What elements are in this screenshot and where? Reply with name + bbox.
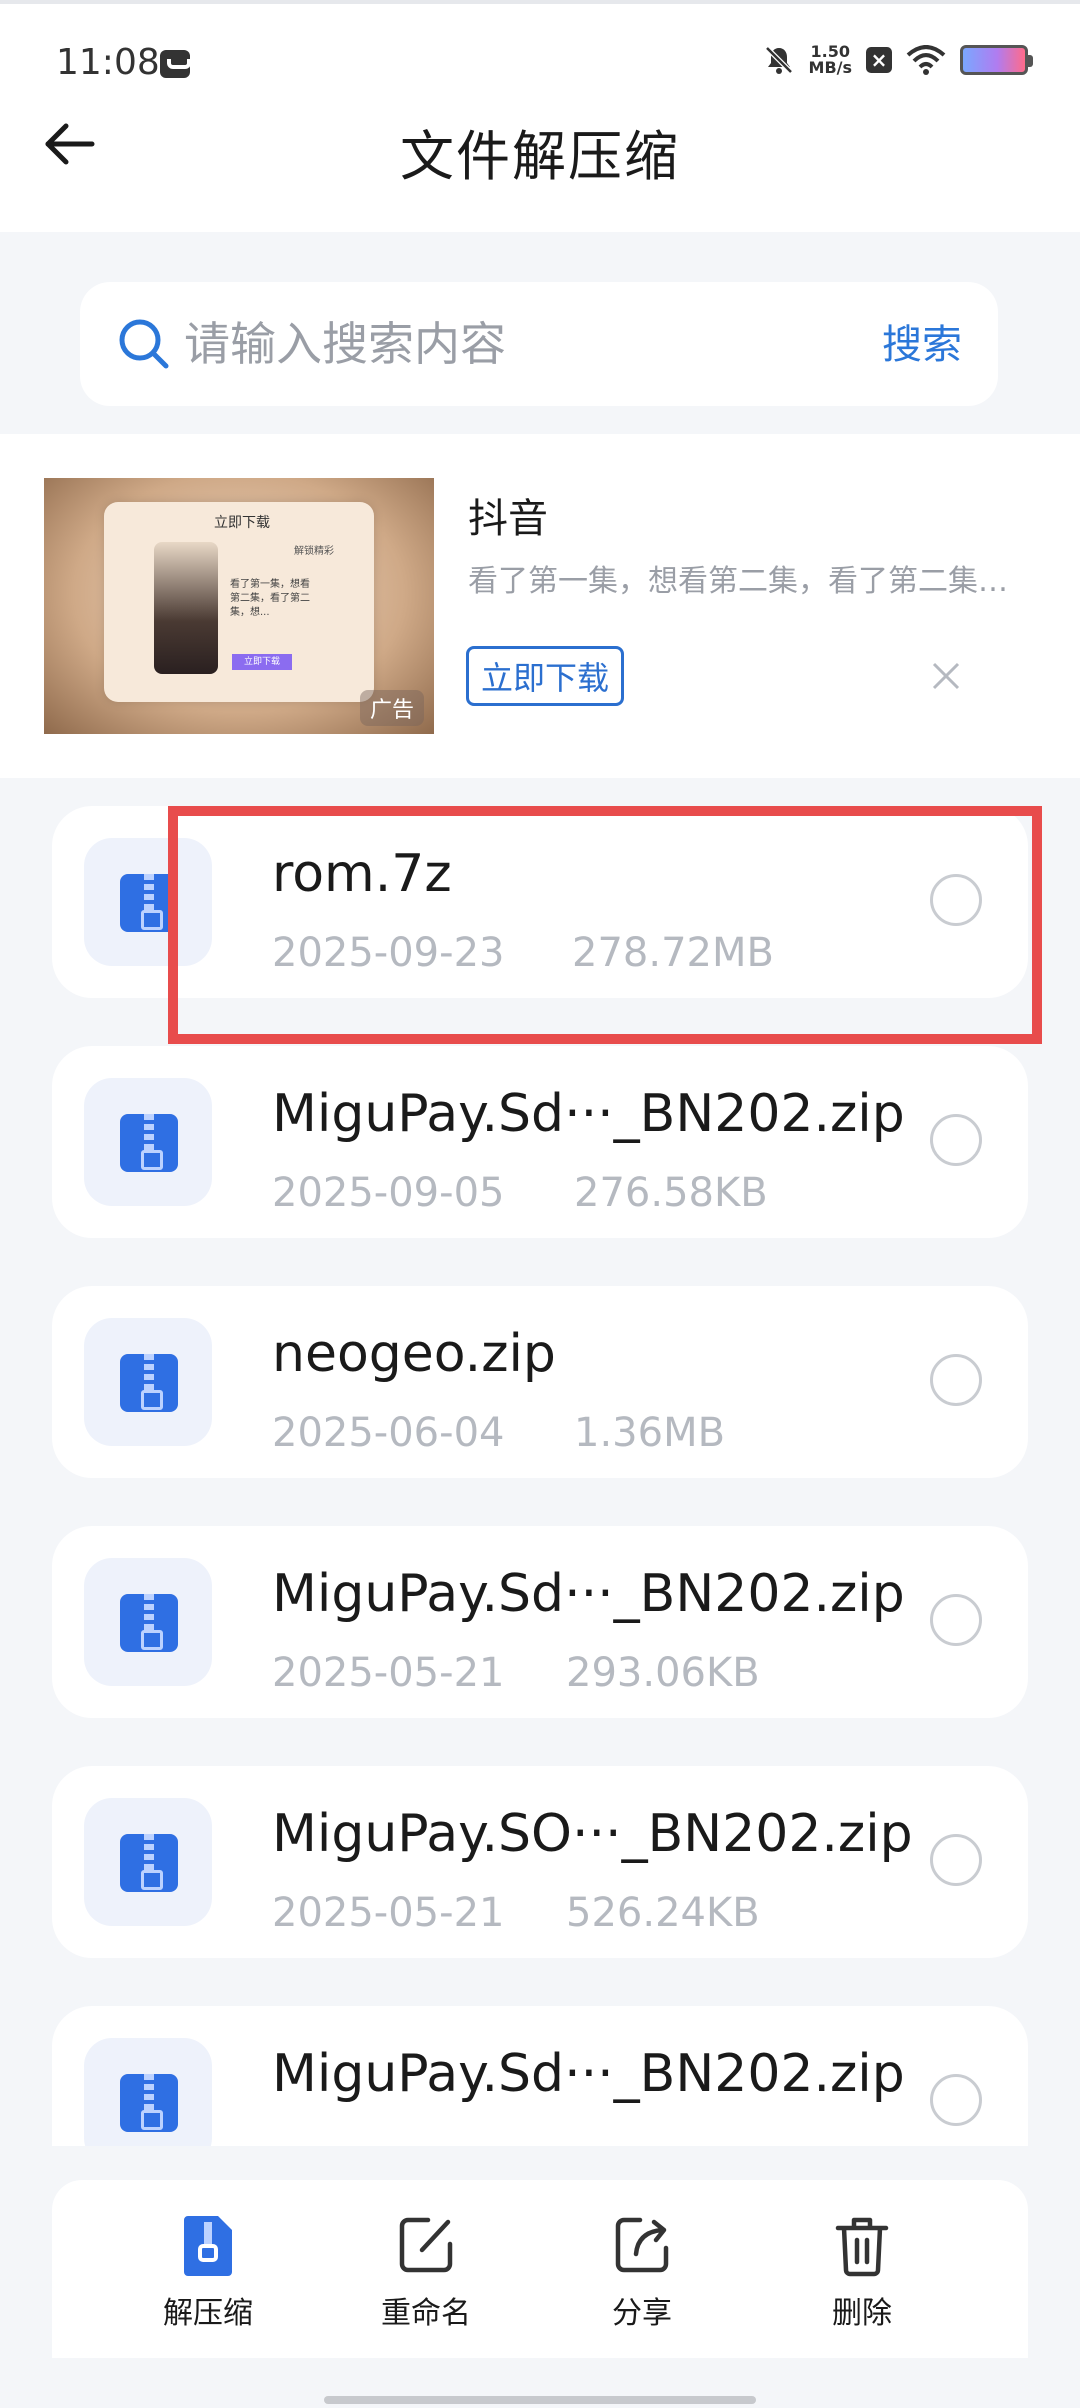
file-name: MiguPay.Sd···_BN202.zip [272,1564,905,1624]
page-title: 文件解压缩 [400,125,680,188]
file-size: 1.36MB [574,1410,726,1456]
zip-file-icon [120,874,178,932]
file-list[interactable]: rom.7z 2025-09-23 278.72MB MiguPay.Sd···… [0,806,1080,2146]
file-icon-container [84,1318,212,1446]
file-item[interactable]: MiguPay.Sd···_BN202.zip [52,2006,1028,2146]
file-date: 2025-06-04 [272,1410,505,1456]
file-name: rom.7z [272,844,452,904]
battery-icon [960,45,1033,75]
wifi-icon [906,45,946,75]
file-name: MiguPay.Sd···_BN202.zip [272,2044,905,2104]
file-icon-container [84,1798,212,1926]
file-item[interactable]: MiguPay.Sd···_BN202.zip 2025-05-21 293.0… [52,1526,1028,1718]
file-icon-container [84,1558,212,1686]
file-date: 2025-09-05 [272,1170,505,1216]
ad-image[interactable]: 立即下载 解锁精彩 看了第一集，想看第二集，看了第二集，想... 立即下载 广告 [44,478,434,734]
search-icon [119,319,169,369]
zip-file-icon [120,1114,178,1172]
home-indicator[interactable] [324,2396,756,2404]
share-icon [615,2217,669,2273]
file-item[interactable]: rom.7z 2025-09-23 278.72MB [52,806,1028,998]
file-size: 526.24KB [566,1890,760,1936]
file-size: 278.72MB [572,930,774,976]
file-name: neogeo.zip [272,1324,556,1384]
ad-image-subtitle: 解锁精彩 [294,546,334,557]
file-icon-container [84,838,212,966]
edit-icon [399,2217,453,2273]
file-item[interactable]: MiguPay.Sd···_BN202.zip 2025-09-05 276.5… [52,1046,1028,1238]
extract-icon [184,2216,232,2276]
ad-badge: 广告 [359,690,424,726]
ad-image-panel: 立即下载 解锁精彩 看了第一集，想看第二集，看了第二集，想... 立即下载 [104,502,374,702]
file-select-radio[interactable] [930,874,982,926]
status-time: 11:08 [56,42,160,83]
file-select-radio[interactable] [930,1594,982,1646]
rename-button[interactable]: 重命名 [356,2212,496,2342]
ad-download-button[interactable]: 立即下载 [466,646,625,706]
file-item[interactable]: neogeo.zip 2025-06-04 1.36MB [52,1286,1028,1478]
ad-image-title: 立即下载 [214,515,270,531]
file-select-radio[interactable] [930,2074,982,2126]
file-icon-container [84,2038,212,2146]
file-date: 2025-05-21 [272,1650,505,1696]
close-icon[interactable] [926,656,966,696]
file-name: MiguPay.Sd···_BN202.zip [272,1084,905,1144]
top-bar: 11:08 1.50 MB/s × 文件解压缩 [0,0,1080,232]
file-select-radio[interactable] [930,1114,982,1166]
file-select-radio[interactable] [930,1354,982,1406]
file-date: 2025-05-21 [272,1890,505,1936]
file-item[interactable]: MiguPay.SO···_BN202.zip 2025-05-21 526.2… [52,1766,1028,1958]
search-input[interactable] [184,306,804,382]
status-icons: 1.50 MB/s × [763,42,1033,77]
file-size: 293.06KB [566,1650,760,1696]
share-label: 分享 [612,2296,672,2331]
delete-button[interactable]: 删除 [792,2212,932,2342]
file-date: 2025-09-23 [272,930,505,976]
extract-label: 解压缩 [163,2296,253,2331]
message-notification-icon [160,50,191,78]
delete-label: 删除 [832,2296,892,2331]
zip-file-icon [120,2074,178,2132]
ad-image-photo [154,542,218,674]
extract-button[interactable]: 解压缩 [138,2212,278,2342]
file-size: 276.58KB [574,1170,768,1216]
zip-file-icon [120,1354,178,1412]
share-button[interactable]: 分享 [572,2212,712,2342]
network-speed: 1.50 MB/s [808,42,852,77]
search-button[interactable]: 搜索 [882,312,962,370]
ad-app-name: 抖音 [468,496,548,542]
sim-off-icon: × [866,47,892,73]
ad-image-button: 立即下载 [232,654,292,670]
ad-description: 看了第一集，想看第二集，看了第二集，想看第三集 [468,564,1028,599]
search-bar: 搜索 [80,282,998,406]
ad-banner[interactable]: 立即下载 解锁精彩 看了第一集，想看第二集，看了第二集，想... 立即下载 广告… [0,434,1080,778]
trash-icon [835,2217,889,2277]
file-name: MiguPay.SO···_BN202.zip [272,1804,913,1864]
file-icon-container [84,1078,212,1206]
rename-label: 重命名 [381,2296,471,2331]
bottom-action-bar: 解压缩 重命名 分享 删除 [52,2180,1028,2358]
zip-file-icon [120,1834,178,1892]
ad-image-text: 看了第一集，想看第二集，看了第二集，想... [230,579,310,618]
file-select-radio[interactable] [930,1834,982,1886]
zip-file-icon [120,1594,178,1652]
bell-muted-icon [764,46,793,74]
